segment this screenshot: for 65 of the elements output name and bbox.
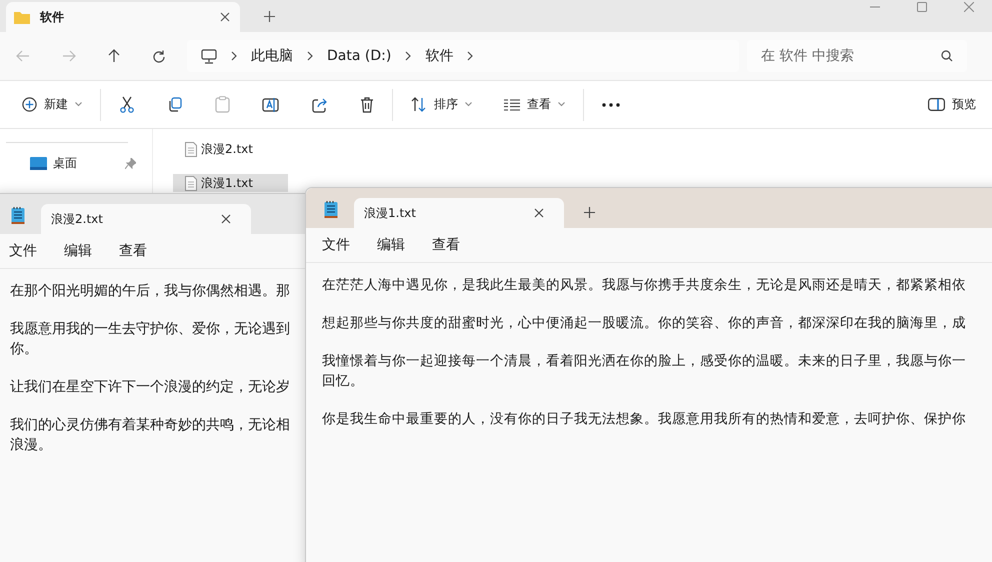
file-item[interactable]: 浪漫2.txt <box>173 140 288 158</box>
text-line: 让我们在星空下许下一个浪漫的约定，无论岁 <box>10 378 291 397</box>
text-line: 想起那些与你共度的甜蜜时光，心中便涌起一股暖流。你的笑容、你的声音，都深深印在我的脑海里，成 <box>322 314 967 333</box>
maximize-icon[interactable] <box>917 2 927 12</box>
desktop-icon <box>30 157 47 170</box>
folder-icon <box>14 10 30 24</box>
new-tab-icon[interactable] <box>584 207 595 218</box>
breadcrumb-item[interactable]: Data (D:) <box>327 48 392 64</box>
more-icon <box>602 102 620 106</box>
rename-icon <box>262 96 280 112</box>
document-tab[interactable]: 浪漫2.txt <box>41 204 251 234</box>
chevron-icon[interactable] <box>405 51 412 61</box>
scissors-icon <box>119 96 135 113</box>
menu-item[interactable]: 编辑 <box>377 236 405 254</box>
up-icon[interactable] <box>108 49 120 63</box>
add-icon <box>22 97 37 112</box>
chevron-icon[interactable] <box>467 51 474 61</box>
text-line: 我憧憬着与你一起迎接每一个清晨，看着阳光洒在你的脸上，感受你的温暖。未来的日子里，我愿与你一 <box>322 352 967 371</box>
notepad-icon <box>11 207 25 225</box>
menu-item[interactable]: 文件 <box>322 236 350 254</box>
share-icon <box>312 96 328 112</box>
text-line: 我们的心灵仿佛有着某种奇妙的共鸣，无论相 <box>10 416 291 435</box>
breadcrumb-item[interactable]: 软件 <box>425 47 454 65</box>
caret-icon <box>465 102 472 107</box>
trash-icon <box>360 96 374 112</box>
notepad-icon <box>324 201 338 219</box>
caret-icon <box>75 102 82 107</box>
document-icon <box>185 142 197 156</box>
clipboard-icon <box>215 96 230 113</box>
close-icon[interactable] <box>220 12 230 22</box>
caret-icon <box>558 102 565 107</box>
breadcrumb-item[interactable]: 此电脑 <box>251 47 293 65</box>
text-line: 在茫茫人海中遇见你，是我此生最美的风景。我愿与你携手共度余生，无论是风雨还是晴天，都紧紧相依 <box>322 276 967 295</box>
text-line: 浪漫。 <box>10 436 53 455</box>
new-button[interactable]: 新建 <box>6 90 98 119</box>
copy-icon <box>167 96 183 112</box>
close-icon[interactable] <box>221 214 231 224</box>
text-line: 回忆。 <box>322 372 365 391</box>
chevron-icon[interactable] <box>231 51 237 61</box>
text-line: 你是我生命中最重要的人，没有你的日子我无法想象。我愿意用我所有的热情和爱意，去呵护你、保护你 <box>322 410 967 429</box>
menu-item[interactable]: 查看 <box>432 236 460 254</box>
menu-item[interactable]: 编辑 <box>64 242 92 260</box>
sidebar-item[interactable]: 桌面 <box>0 143 152 172</box>
list-icon <box>504 98 520 110</box>
new-tab-icon[interactable] <box>264 11 275 22</box>
refresh-icon[interactable] <box>152 50 165 62</box>
file-item[interactable]: 浪漫1.txt <box>173 174 288 192</box>
document-tab[interactable]: 浪漫1.txt <box>354 198 564 228</box>
chevron-icon[interactable] <box>307 51 313 61</box>
text-line: 你。 <box>10 340 39 359</box>
menu-item[interactable]: 文件 <box>9 242 37 260</box>
document-icon <box>185 176 197 190</box>
window-tab[interactable]: 软件 <box>6 2 240 32</box>
sort-icon <box>411 97 427 112</box>
panel-icon <box>928 98 945 111</box>
search-icon[interactable] <box>941 50 953 62</box>
sort-button[interactable]: 排序 <box>395 90 488 119</box>
menu-item[interactable]: 查看 <box>119 242 147 260</box>
preview-button[interactable]: 预览 <box>912 90 992 119</box>
computer-icon <box>201 48 217 64</box>
text-line: 我愿意用我的一生去守护你、爱你，无论遇到 <box>10 320 291 339</box>
close-icon[interactable] <box>534 208 544 218</box>
view-button[interactable]: 查看 <box>488 90 581 119</box>
pin-icon[interactable] <box>125 158 136 169</box>
text-line: 在那个阳光明媚的午后，我与你偶然相遇。那 <box>10 282 291 301</box>
